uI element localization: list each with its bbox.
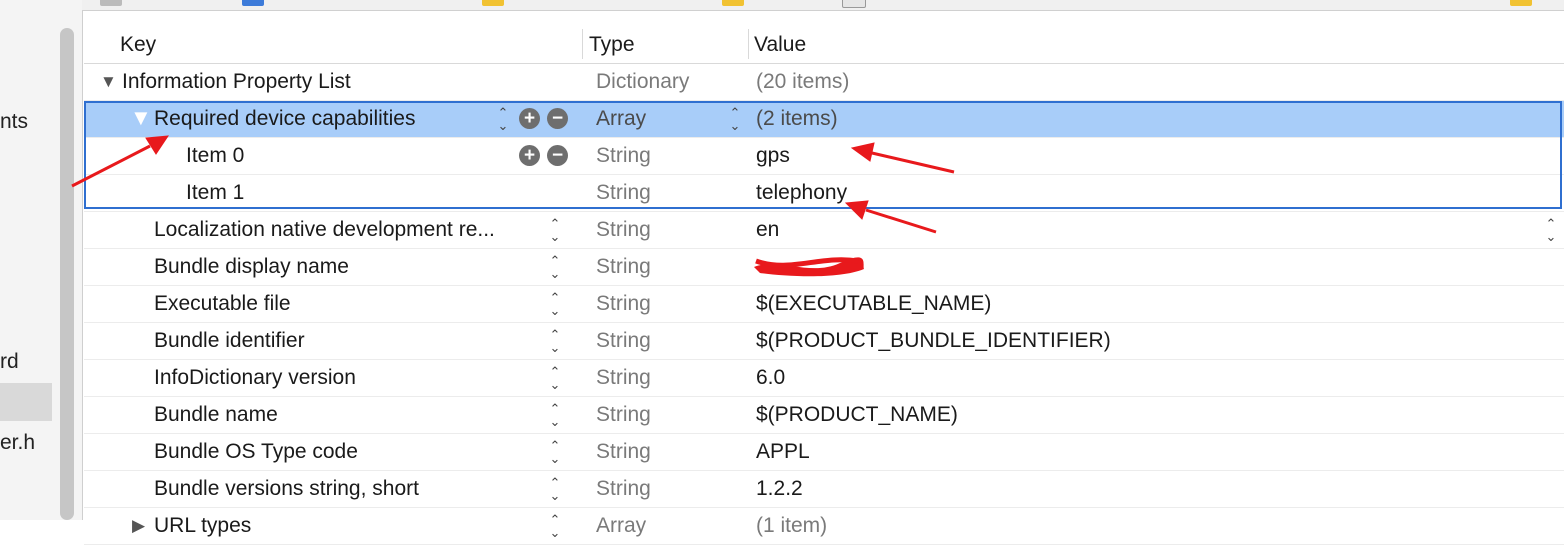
up-down-chevron-icon[interactable]: ⌃ ⌄: [548, 328, 562, 354]
row-type: String: [596, 477, 651, 500]
row-type: Dictionary: [596, 70, 690, 93]
up-down-chevron-icon[interactable]: ⌃ ⌄: [548, 402, 562, 428]
table-row[interactable]: Localization native development re... ⌃ ⌄…: [84, 212, 1564, 249]
row-key: URL types: [154, 514, 252, 537]
key-column-header[interactable]: Key: [120, 33, 156, 57]
row-type: String: [596, 292, 651, 315]
navigator-selected-row[interactable]: [0, 383, 52, 421]
minus-circle-icon[interactable]: −: [547, 145, 568, 166]
row-type: String: [596, 181, 651, 204]
type-column-header[interactable]: Type: [589, 33, 635, 57]
grid-icon[interactable]: [100, 0, 122, 6]
row-key: InfoDictionary version: [154, 366, 356, 389]
property-list-table: Key Type Value ▼ Information Property Li…: [84, 27, 1564, 545]
up-down-chevron-icon[interactable]: ⌃ ⌄: [548, 439, 562, 465]
plus-circle-icon[interactable]: +: [519, 145, 540, 166]
table-row[interactable]: Bundle identifier ⌃ ⌄ String $(PRODUCT_BU…: [84, 323, 1564, 360]
row-key: Required device capabilities: [154, 107, 416, 130]
row-type: Array: [596, 514, 647, 537]
column-divider[interactable]: [582, 29, 583, 59]
row-key: Item 0: [186, 144, 245, 167]
row-value[interactable]: gps: [756, 144, 790, 168]
row-value[interactable]: APPL: [756, 440, 810, 464]
up-down-chevron-icon[interactable]: ⌃ ⌄: [548, 291, 562, 317]
jump-bar: [82, 0, 1564, 11]
table-row[interactable]: ▼ Information Property List Dictionary (…: [84, 64, 1564, 101]
table-row-selected[interactable]: ▼ Required device capabilities ⌃ ⌄ + − Ar…: [84, 101, 1564, 138]
disclosure-down-icon[interactable]: ▼: [130, 105, 152, 131]
row-value[interactable]: $(EXECUTABLE_NAME): [756, 292, 991, 316]
row-type: String: [596, 329, 651, 352]
row-value: (1 item): [756, 514, 828, 537]
navigator-scrollbar[interactable]: [60, 28, 74, 520]
row-type: String: [596, 403, 651, 426]
table-row[interactable]: Bundle name ⌃ ⌄ String $(PRODUCT_NAME): [84, 397, 1564, 434]
folder-icon[interactable]: [722, 0, 744, 6]
row-value[interactable]: en: [756, 218, 779, 242]
column-divider[interactable]: [748, 29, 749, 59]
up-down-chevron-icon[interactable]: ⌃ ⌄: [548, 217, 562, 243]
project-navigator: nts rd er.h: [0, 0, 83, 520]
row-type: String: [596, 255, 651, 278]
up-down-chevron-icon[interactable]: ⌃ ⌄: [496, 106, 510, 132]
table-row[interactable]: Item 0 + − String gps: [84, 138, 1564, 175]
row-type: String: [596, 218, 651, 241]
up-down-chevron-icon[interactable]: ⌃ ⌄: [728, 106, 742, 132]
row-value: (20 items): [756, 70, 850, 93]
disclosure-down-icon[interactable]: ▼: [100, 72, 117, 92]
row-key: Executable file: [154, 292, 291, 315]
plist-file-icon[interactable]: [842, 0, 866, 8]
table-header: Key Type Value: [84, 27, 1564, 64]
table-row[interactable]: Executable file ⌃ ⌄ String $(EXECUTABLE_N…: [84, 286, 1564, 323]
row-value[interactable]: telephony: [756, 181, 847, 205]
row-key: Information Property List: [122, 70, 351, 93]
up-down-chevron-icon[interactable]: ⌃ ⌄: [548, 476, 562, 502]
row-key: Bundle name: [154, 403, 278, 426]
up-down-chevron-icon[interactable]: ⌃ ⌄: [548, 513, 562, 539]
up-down-chevron-icon[interactable]: ⌃ ⌄: [548, 365, 562, 391]
table-row[interactable]: Bundle OS Type code ⌃ ⌄ String APPL: [84, 434, 1564, 471]
folder-icon[interactable]: [482, 0, 504, 6]
row-key: Bundle versions string, short: [154, 477, 419, 500]
row-type: Array: [596, 107, 647, 130]
table-row[interactable]: ▶ URL types ⌃ ⌄ Array (1 item): [84, 508, 1564, 545]
table-row[interactable]: Bundle display name ⌃ ⌄ String: [84, 249, 1564, 286]
row-type: String: [596, 144, 651, 167]
row-type: String: [596, 440, 651, 463]
table-row[interactable]: Item 1 String telephony: [84, 175, 1564, 212]
navigator-item-fragment[interactable]: rd: [0, 350, 19, 374]
disclosure-right-icon[interactable]: ▶: [132, 516, 145, 536]
redaction-scribble: [754, 257, 864, 277]
warning-icon[interactable]: [1510, 0, 1532, 6]
row-key: Bundle display name: [154, 255, 349, 278]
project-icon[interactable]: [242, 0, 264, 6]
up-down-chevron-icon[interactable]: ⌃ ⌄: [1544, 217, 1558, 243]
row-type: String: [596, 366, 651, 389]
row-value[interactable]: $(PRODUCT_BUNDLE_IDENTIFIER): [756, 329, 1111, 353]
row-value[interactable]: 1.2.2: [756, 477, 803, 501]
row-value[interactable]: 6.0: [756, 366, 785, 390]
up-down-chevron-icon[interactable]: ⌃ ⌄: [548, 254, 562, 280]
minus-circle-icon[interactable]: −: [547, 108, 568, 129]
navigator-item-fragment[interactable]: nts: [0, 110, 28, 134]
row-key: Item 1: [186, 181, 245, 204]
plus-circle-icon[interactable]: +: [519, 108, 540, 129]
row-key: Bundle identifier: [154, 329, 305, 352]
value-column-header[interactable]: Value: [754, 33, 806, 57]
row-key: Localization native development re...: [154, 218, 495, 241]
row-key: Bundle OS Type code: [154, 440, 358, 463]
row-value: (2 items): [756, 107, 838, 130]
table-row[interactable]: InfoDictionary version ⌃ ⌄ String 6.0: [84, 360, 1564, 397]
row-value[interactable]: $(PRODUCT_NAME): [756, 403, 958, 427]
table-row[interactable]: Bundle versions string, short ⌃ ⌄ String …: [84, 471, 1564, 508]
navigator-item-fragment[interactable]: er.h: [0, 431, 35, 455]
